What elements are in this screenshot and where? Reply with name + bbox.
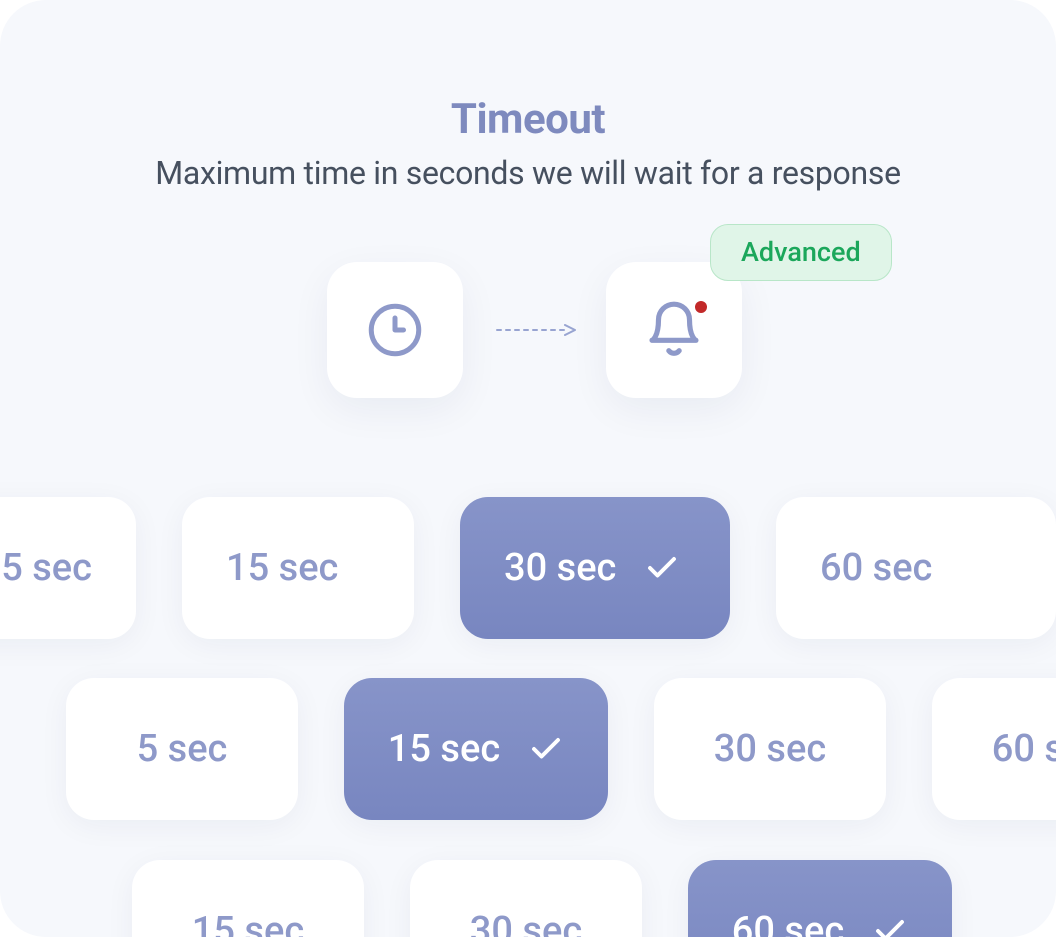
timeout-option-30sec[interactable]: 30 sec [460,497,730,639]
timeout-option-30sec[interactable]: 30 sec [654,678,886,820]
check-icon [644,550,680,586]
check-icon [528,731,564,767]
timeout-option-15sec[interactable]: 15 sec [132,860,364,937]
timeout-option-5sec[interactable]: 5 sec [0,497,136,639]
option-label: 30 sec [714,727,826,771]
clock-icon [365,300,425,360]
option-label: 60 sec [732,909,844,937]
option-label: 60 sec [820,546,932,590]
option-row-2: 5 sec 15 sec 30 sec 60 sec [66,678,1056,820]
timeout-option-15sec[interactable]: 15 sec [344,678,608,820]
option-label: 60 sec [992,727,1056,771]
option-row-3: 15 sec 30 sec 60 sec [132,860,1056,937]
timeout-option-60sec[interactable]: 60 sec [776,497,1056,639]
timeout-option-60sec[interactable]: 60 sec [932,678,1056,820]
option-row-1: 5 sec 15 sec 30 sec 60 sec [0,497,1056,639]
page-subtitle: Maximum time in seconds we will wait for… [0,154,1056,192]
check-icon [872,913,908,937]
option-label: 5 sec [137,727,228,771]
option-label: 30 sec [504,546,616,590]
advanced-badge: Advanced [710,224,892,281]
option-label: 15 sec [192,909,304,937]
option-label: 30 sec [470,909,582,937]
timeout-option-5sec[interactable]: 5 sec [66,678,298,820]
page-title: Timeout [0,95,1056,144]
option-label: 15 sec [388,727,500,771]
option-label: 15 sec [226,546,338,590]
option-label: 5 sec [1,546,92,590]
timeout-card: Timeout Maximum time in seconds we will … [0,0,1056,937]
header: Timeout Maximum time in seconds we will … [0,0,1056,192]
timeout-option-15sec[interactable]: 15 sec [182,497,414,639]
timeout-option-30sec[interactable]: 30 sec [410,860,642,937]
timeout-option-60sec[interactable]: 60 sec [688,860,952,937]
illustration-row: Advanced [0,262,1056,482]
arrow-right-icon [495,324,577,336]
bell-tile [606,262,742,398]
clock-tile [327,262,463,398]
bell-notification-icon [643,299,705,361]
